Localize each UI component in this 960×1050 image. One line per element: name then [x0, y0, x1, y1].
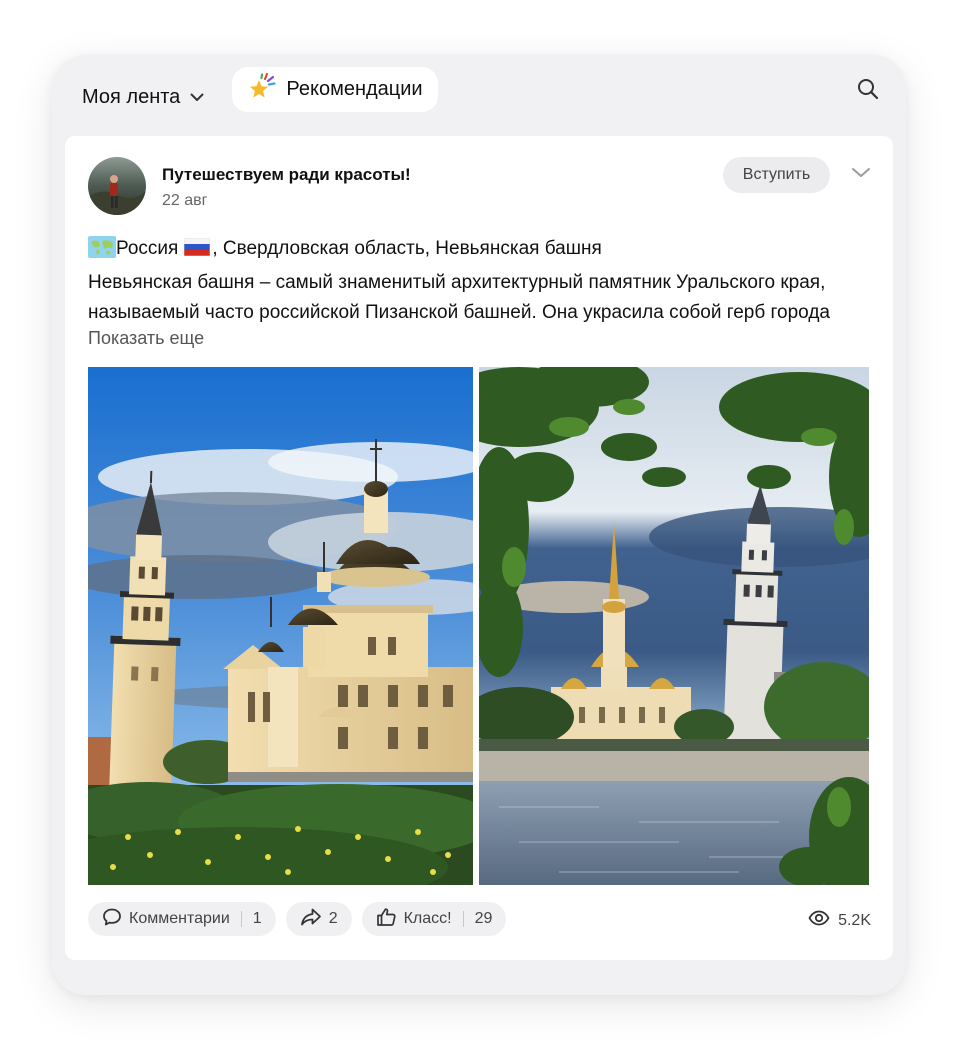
search-button[interactable] — [854, 77, 882, 105]
chevron-down-icon — [190, 93, 204, 102]
views-count: 5.2K — [838, 911, 871, 929]
post-photo-pond[interactable] — [479, 367, 869, 885]
like-label: Класс! — [403, 910, 452, 927]
feed-frame: Моя лента Рекомендации Путешествуем ради… — [52, 55, 906, 995]
my-feed-label: Моя лента — [82, 85, 181, 108]
share-button[interactable]: 2 — [285, 902, 352, 936]
comments-button[interactable]: Комментарии 1 — [88, 902, 276, 936]
comments-label: Комментарии — [129, 910, 230, 927]
likes-count: 29 — [474, 910, 493, 927]
post-text: Россия , Свердловская область, Невьянская… — [88, 234, 878, 328]
post-photo-cathedral[interactable] — [88, 367, 473, 885]
divider — [462, 911, 464, 927]
comments-count: 1 — [252, 910, 262, 927]
country-text: Россия — [116, 238, 179, 259]
share-arrow-icon — [300, 907, 322, 932]
post-menu-button[interactable] — [849, 164, 873, 184]
my-feed-dropdown[interactable]: Моя лента — [82, 77, 204, 117]
search-icon — [857, 78, 879, 105]
post-text-line-1: Россия , Свердловская область, Невьянская… — [88, 234, 878, 268]
thumbs-up-icon — [376, 907, 397, 932]
world-map-emoji-icon — [88, 236, 116, 268]
group-avatar[interactable] — [88, 157, 146, 215]
location-text: , Свердловская область, Невьянская башня — [212, 238, 602, 259]
like-button[interactable]: Класс! 29 — [361, 902, 507, 936]
russia-flag-icon — [184, 236, 211, 266]
post-card: Путешествуем ради красоты! 22 авг Вступи… — [65, 136, 893, 960]
post-date: 22 авг — [162, 192, 208, 209]
shares-count: 2 — [328, 910, 338, 927]
sparkle-star-icon — [247, 72, 277, 108]
tab-recommendations[interactable]: Рекомендации — [232, 67, 438, 112]
recommendations-label: Рекомендации — [286, 78, 423, 100]
post-actions: Комментарии 1 2 Класс! 29 — [88, 902, 507, 938]
join-button[interactable]: Вступить — [723, 157, 830, 193]
post-text-line-3: называемый часто российской Пизанской ба… — [88, 302, 830, 323]
group-name[interactable]: Путешествуем ради красоты! — [162, 165, 411, 185]
feed-topbar: Моя лента Рекомендации — [52, 55, 906, 135]
show-more-link[interactable]: Показать еще — [88, 328, 204, 349]
eye-icon — [808, 910, 830, 931]
chevron-down-icon — [851, 165, 871, 183]
divider — [240, 911, 242, 927]
views-indicator: 5.2K — [808, 910, 871, 931]
post-text-line-2: Невьянская башня – самый знаменитый архи… — [88, 272, 826, 293]
comment-bubble-icon — [102, 907, 122, 932]
